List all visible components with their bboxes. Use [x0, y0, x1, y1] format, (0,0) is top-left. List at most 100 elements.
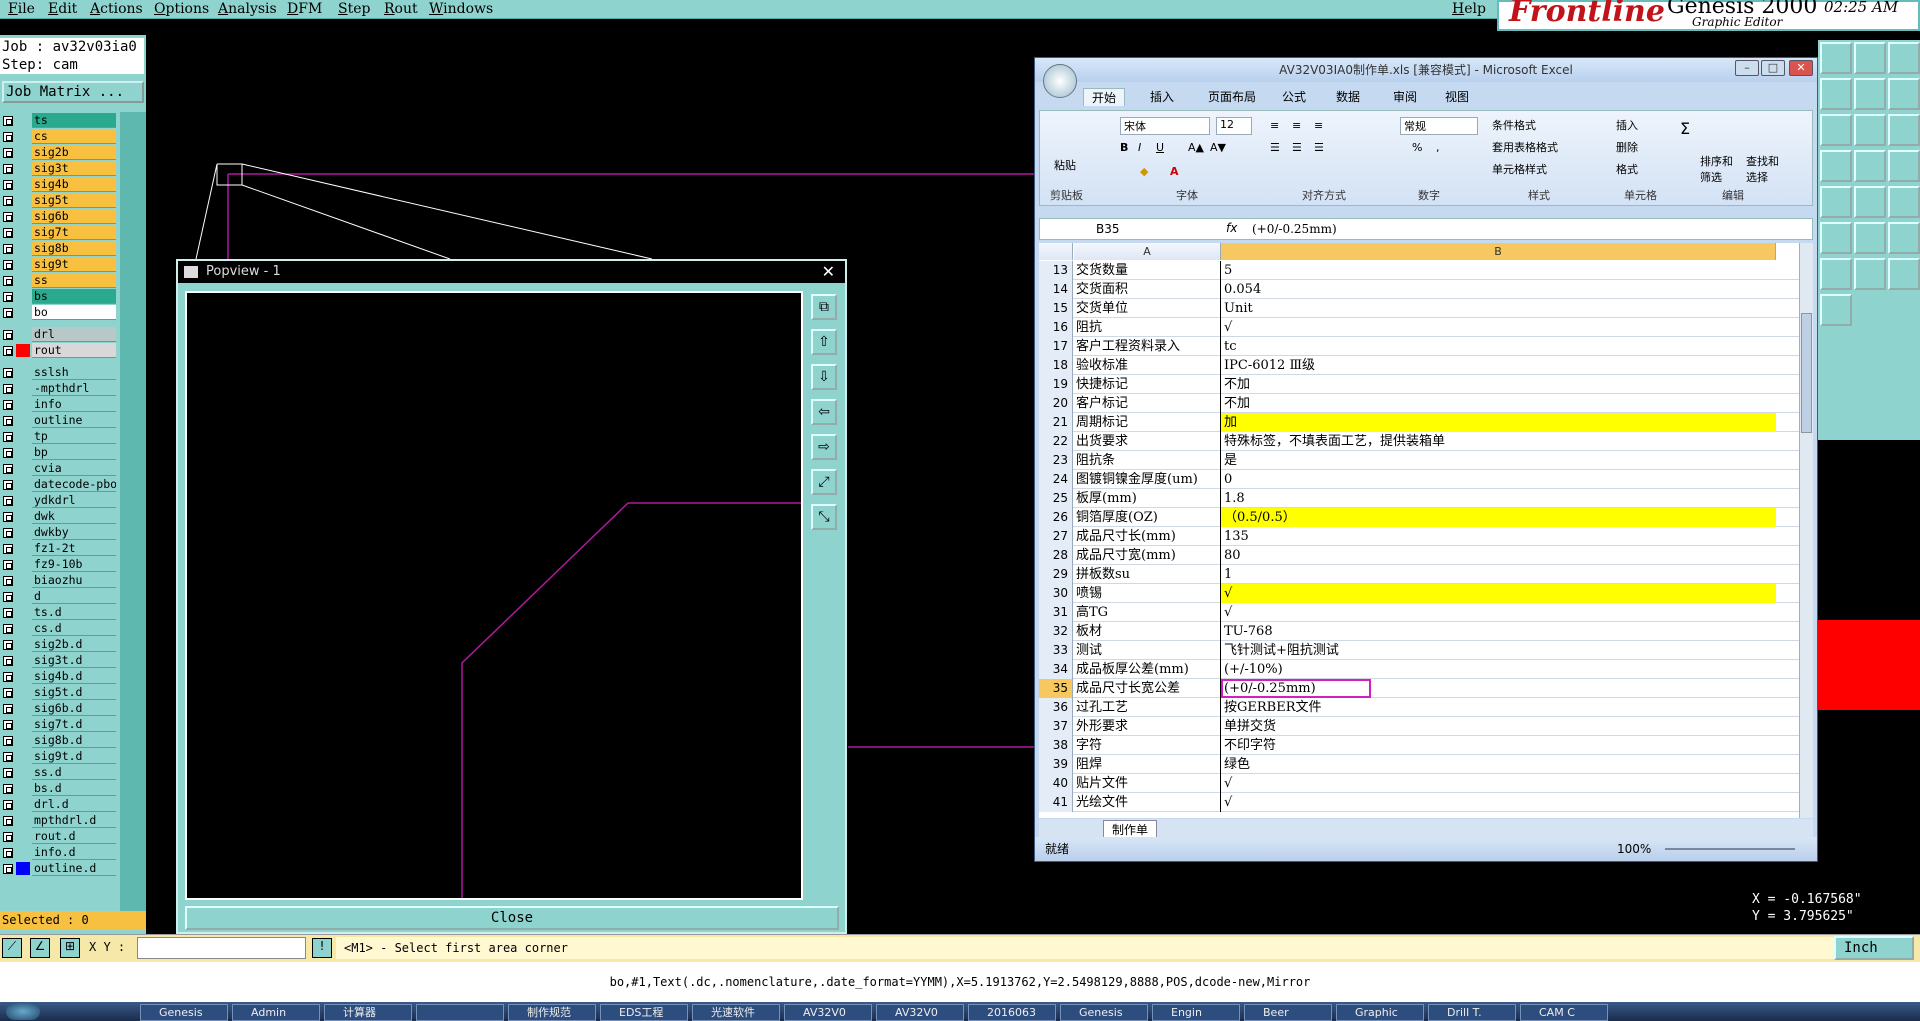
layer-name[interactable]: ydkdrl: [32, 493, 116, 508]
layer-checkbox[interactable]: [3, 592, 13, 602]
layer-name[interactable]: sig5t: [32, 193, 116, 208]
layer-row[interactable]: outline: [0, 413, 118, 428]
frame-icon[interactable]: [1854, 42, 1886, 74]
menu-analysis[interactable]: Analysis: [218, 1, 277, 17]
pan-up-icon[interactable]: ⇧: [811, 329, 837, 355]
italic-icon[interactable]: I: [1138, 141, 1141, 154]
layer-panel-scroll[interactable]: [120, 112, 146, 912]
layer-checkbox[interactable]: [3, 640, 13, 650]
layer-row[interactable]: datecode-pbo: [0, 477, 118, 492]
layer-row[interactable]: tp: [0, 429, 118, 444]
cell-b[interactable]: 不加: [1221, 394, 1776, 413]
select-tool-icon[interactable]: ⟋: [2, 938, 22, 958]
row-number[interactable]: 24: [1039, 470, 1073, 489]
row-number[interactable]: 22: [1039, 432, 1073, 451]
cell-a[interactable]: 成品尺寸长宽公差: [1074, 679, 1221, 698]
cell-a[interactable]: 成品板厚公差(mm): [1074, 660, 1221, 679]
cell-b[interactable]: 不印字符: [1221, 736, 1776, 755]
row-number[interactable]: 21: [1039, 413, 1073, 432]
row-number[interactable]: 14: [1039, 280, 1073, 299]
layer-row[interactable]: drl.d: [0, 797, 118, 812]
layer-row[interactable]: sig9t.d: [0, 749, 118, 764]
cell-a[interactable]: 验收标准: [1074, 356, 1221, 375]
taskbar-item[interactable]: AV32V0: [876, 1004, 964, 1021]
cell-b[interactable]: 单拼交货: [1221, 717, 1776, 736]
layer-checkbox[interactable]: [3, 624, 13, 634]
row-number[interactable]: 15: [1039, 299, 1073, 318]
layer-row[interactable]: sig6b: [0, 209, 118, 224]
layer-row[interactable]: biaozhu: [0, 573, 118, 588]
layer-checkbox[interactable]: [3, 180, 13, 190]
layer-checkbox[interactable]: [3, 576, 13, 586]
cell-b[interactable]: 80: [1221, 546, 1776, 565]
taskbar-item[interactable]: Admin: [232, 1004, 320, 1021]
layer-row[interactable]: fz9-10b: [0, 557, 118, 572]
row-number[interactable]: 20: [1039, 394, 1073, 413]
row-number[interactable]: 27: [1039, 527, 1073, 546]
insert-button[interactable]: 插入: [1616, 117, 1638, 133]
arc-icon[interactable]: [1820, 150, 1852, 182]
layer-checkbox[interactable]: [3, 832, 13, 842]
layer-checkbox[interactable]: [3, 560, 13, 570]
panel-icon[interactable]: [1888, 42, 1920, 74]
row-number[interactable]: 35: [1039, 679, 1073, 698]
menu-dfm[interactable]: DFM: [287, 1, 322, 17]
layer-name[interactable]: outline: [32, 413, 116, 428]
cell-a[interactable]: 客户工程资料录入: [1074, 337, 1221, 356]
cell-b[interactable]: （0.5/0.5）: [1221, 508, 1776, 527]
cell-a[interactable]: 字符: [1074, 736, 1221, 755]
formula-input[interactable]: (+0/-0.25mm): [1252, 222, 1337, 236]
help-icon[interactable]: [1820, 114, 1852, 146]
ribbon-tab[interactable]: 插入: [1150, 88, 1174, 105]
taskbar-item[interactable]: 2016063: [968, 1004, 1056, 1021]
layer-name[interactable]: drl: [32, 327, 116, 342]
cell-a[interactable]: 交货数量: [1074, 261, 1221, 280]
layer-name[interactable]: sig4b.d: [32, 669, 116, 684]
arrow-icon[interactable]: [1888, 258, 1920, 290]
layer-checkbox[interactable]: [3, 308, 13, 318]
comma-icon[interactable]: ,: [1436, 141, 1440, 154]
cell-a[interactable]: 出货要求: [1074, 432, 1221, 451]
cell-a[interactable]: 喷锡: [1074, 584, 1221, 603]
scroll-thumb[interactable]: [1801, 313, 1812, 433]
layer-name[interactable]: sig8b: [32, 241, 116, 256]
ribbon-tab[interactable]: 视图: [1445, 88, 1469, 105]
layer-row[interactable]: sig4b.d: [0, 669, 118, 684]
layer-row[interactable]: sslsh: [0, 365, 118, 380]
layer-name[interactable]: biaozhu: [32, 573, 116, 588]
delete-button[interactable]: 删除: [1616, 139, 1638, 155]
cell-b[interactable]: 1: [1221, 565, 1776, 584]
cell-b[interactable]: √: [1221, 584, 1776, 603]
row-number[interactable]: 38: [1039, 736, 1073, 755]
ruler-icon[interactable]: [1854, 114, 1886, 146]
font-size-select[interactable]: 12: [1216, 117, 1252, 135]
layer-row[interactable]: cs.d: [0, 621, 118, 636]
paste-button[interactable]: 粘贴: [1054, 157, 1076, 173]
layer-checkbox[interactable]: [3, 276, 13, 286]
cell-b[interactable]: 不加: [1221, 375, 1776, 394]
column-header-a[interactable]: A: [1074, 243, 1221, 260]
shrink-font-icon[interactable]: A▼: [1210, 141, 1226, 154]
cell-a[interactable]: 快捷标记: [1074, 375, 1221, 394]
cell-b[interactable]: 按GERBER文件: [1221, 698, 1776, 717]
layer-name[interactable]: fz9-10b: [32, 557, 116, 572]
cell-a[interactable]: 铜箔厚度(OZ): [1074, 508, 1221, 527]
cell-a[interactable]: 阻抗条: [1074, 451, 1221, 470]
drill-icon[interactable]: [1820, 294, 1852, 326]
cell-a[interactable]: 阻焊: [1074, 755, 1221, 774]
layer-checkbox[interactable]: [3, 464, 13, 474]
popview-close-button[interactable]: Close: [185, 906, 839, 930]
layer-checkbox[interactable]: [3, 512, 13, 522]
layer-name[interactable]: dwkby: [32, 525, 116, 540]
layer-row[interactable]: drl: [0, 327, 118, 342]
layer-row[interactable]: ss: [0, 273, 118, 288]
align-left-icon[interactable]: ☰: [1270, 141, 1280, 154]
layer-name[interactable]: sig9t.d: [32, 749, 116, 764]
layer-row[interactable]: sig2b: [0, 145, 118, 160]
cell-a[interactable]: 拼板数su: [1074, 565, 1221, 584]
layer-name[interactable]: sig2b: [32, 145, 116, 160]
start-button[interactable]: [6, 1003, 40, 1020]
layer-name[interactable]: cvia: [32, 461, 116, 476]
find-select-button[interactable]: 查找和选择: [1746, 153, 1784, 185]
layer-name[interactable]: ts: [32, 113, 116, 128]
